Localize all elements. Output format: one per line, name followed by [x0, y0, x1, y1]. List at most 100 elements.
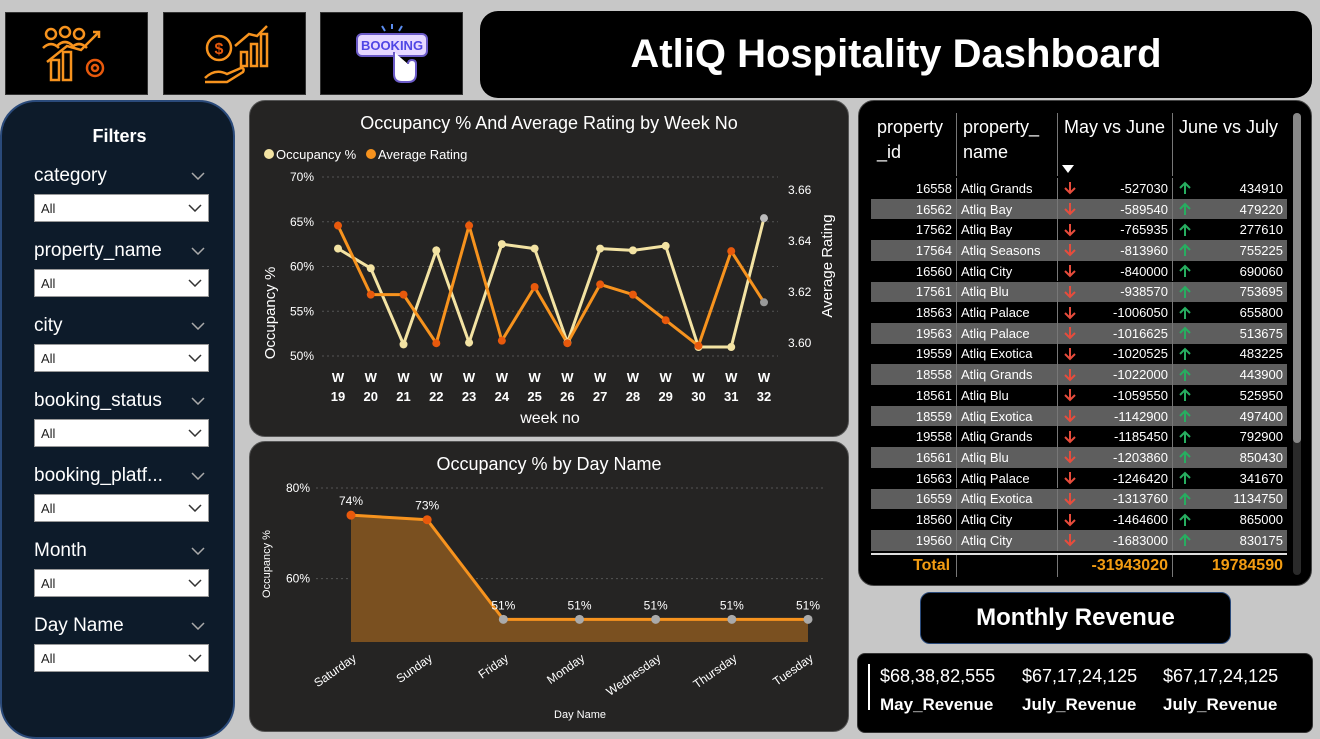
table-row[interactable]: 16562 Atliq Bay -589540 479220 [871, 198, 1287, 220]
revenue-growth-icon: $ [203, 24, 268, 83]
revenue-value: $67,17,24,125 [1022, 666, 1138, 686]
occupancy-point[interactable] [727, 343, 736, 352]
filter-header[interactable]: booking_platf... [34, 465, 205, 487]
filter-dropdown[interactable]: All [34, 644, 209, 672]
occupancy-point[interactable] [530, 244, 539, 253]
chevron-down-icon[interactable] [191, 622, 205, 630]
filter-dropdown[interactable]: All [34, 194, 209, 222]
chevron-down-icon[interactable] [191, 472, 205, 480]
cell-value: -527030 [1120, 180, 1168, 196]
occupancy-point[interactable] [366, 264, 375, 273]
cell-property-id: 17561 [871, 281, 957, 303]
table-row[interactable]: 19558 Atliq Grands -1185450 792900 [871, 426, 1287, 448]
rating-point[interactable] [432, 339, 441, 348]
chevron-down-icon [188, 504, 202, 512]
sort-desc-icon[interactable] [1062, 165, 1074, 173]
total-may-vs-june: -31943020 [1058, 555, 1173, 577]
rating-point[interactable] [366, 290, 375, 299]
header-may-vs-june[interactable]: May vs June [1058, 113, 1173, 176]
table-row[interactable]: 17561 Atliq Blu -938570 753695 [871, 281, 1287, 303]
filter-dropdown[interactable]: All [34, 569, 209, 597]
cell-value: 865000 [1239, 512, 1283, 528]
table-row[interactable]: 19559 Atliq Exotica -1020525 483225 [871, 343, 1287, 365]
occupancy-point[interactable] [596, 244, 605, 253]
revenue-card-may[interactable]: $68,38,82,555 May_Revenue [880, 666, 995, 715]
rating-point[interactable] [334, 221, 342, 230]
rating-point[interactable] [465, 221, 474, 230]
chevron-down-icon[interactable] [191, 397, 205, 405]
occupancy-point[interactable] [432, 246, 441, 255]
chevron-down-icon[interactable] [191, 172, 205, 180]
header-june-vs-july[interactable]: June vs July [1173, 113, 1287, 176]
filter-dropdown[interactable]: All [34, 494, 209, 522]
day-point[interactable] [803, 614, 813, 624]
x-tick: 29 [658, 389, 672, 404]
legend-rating-label: Average Rating [378, 147, 467, 162]
occupancy-point[interactable] [497, 240, 506, 249]
rating-point[interactable] [399, 290, 408, 299]
table-row[interactable]: 19560 Atliq City -1683000 830175 [871, 529, 1287, 551]
rating-point[interactable] [628, 290, 637, 299]
filter-dropdown[interactable]: All [34, 344, 209, 372]
booking-tile[interactable]: BOOKING [320, 12, 463, 95]
occupancy-point[interactable] [628, 246, 637, 255]
arrow-down-icon [1064, 182, 1076, 195]
rating-point[interactable] [563, 339, 572, 348]
filter-header[interactable]: Day Name [34, 615, 205, 637]
filter-header[interactable]: category [34, 165, 205, 187]
occupancy-point[interactable] [334, 244, 342, 253]
filter-dropdown[interactable]: All [34, 269, 209, 297]
rating-point[interactable] [596, 280, 605, 289]
cell-value: 690060 [1239, 263, 1283, 279]
table-row[interactable]: 17564 Atliq Seasons -813960 755225 [871, 240, 1287, 261]
table-row[interactable]: 19563 Atliq Palace -1016625 513675 [871, 322, 1287, 344]
revenue-card-july[interactable]: $67,17,24,125 July_Revenue [1022, 666, 1137, 715]
rating-point[interactable] [497, 336, 506, 345]
rating-point[interactable] [727, 247, 736, 256]
chevron-down-icon[interactable] [191, 322, 205, 330]
analytics-people-tile[interactable] [5, 12, 148, 95]
arrow-up-icon [1179, 533, 1191, 547]
day-point[interactable] [651, 614, 661, 624]
occupancy-point[interactable] [661, 241, 670, 250]
rating-point[interactable] [694, 341, 703, 350]
filter-header[interactable]: Month [34, 540, 205, 562]
day-point[interactable] [498, 614, 508, 624]
table-row[interactable]: 16558 Atliq Grands -527030 434910 [871, 178, 1287, 199]
table-scrollbar-thumb[interactable] [1293, 113, 1301, 443]
header-property-id[interactable]: property _id [871, 113, 957, 176]
table-row[interactable]: 17562 Atliq Bay -765935 277610 [871, 219, 1287, 241]
cell-value: 497400 [1239, 408, 1283, 424]
table-row[interactable]: 18559 Atliq Exotica -1142900 497400 [871, 405, 1287, 427]
table-row[interactable]: 18563 Atliq Palace -1006050 655800 [871, 302, 1287, 323]
table-row[interactable]: 16560 Atliq City -840000 690060 [871, 260, 1287, 282]
occupancy-point[interactable] [465, 338, 474, 347]
table-row[interactable]: 18561 Atliq Blu -1059550 525950 [871, 385, 1287, 406]
chevron-down-icon[interactable] [191, 247, 205, 255]
day-point[interactable] [575, 614, 584, 624]
occupancy-point[interactable] [399, 340, 408, 349]
y-right-tick: 3.62 [788, 285, 812, 299]
header-property-name[interactable]: property_ name [957, 113, 1058, 176]
table-row[interactable]: 16563 Atliq Palace -1246420 341670 [871, 467, 1287, 489]
revenue-growth-tile[interactable]: $ [163, 12, 306, 95]
filter-dropdown[interactable]: All [34, 419, 209, 447]
rating-point[interactable] [760, 298, 768, 307]
filter-header[interactable]: booking_status [34, 390, 205, 412]
day-point[interactable] [727, 614, 737, 624]
day-y-label: Occupancy % [261, 530, 273, 598]
day-point[interactable] [346, 510, 356, 520]
chevron-down-icon[interactable] [191, 547, 205, 555]
filter-header[interactable]: city [34, 315, 205, 337]
table-scrollbar[interactable] [1293, 113, 1301, 575]
day-point[interactable] [422, 515, 432, 525]
rating-point[interactable] [530, 282, 539, 291]
rating-point[interactable] [661, 316, 670, 325]
table-row[interactable]: 18560 Atliq City -1464600 865000 [871, 509, 1287, 530]
table-row[interactable]: 18558 Atliq Grands -1022000 443900 [871, 364, 1287, 385]
filter-header[interactable]: property_name [34, 240, 205, 262]
table-row[interactable]: 16561 Atliq Blu -1203860 850430 [871, 447, 1287, 468]
table-row[interactable]: 16559 Atliq Exotica -1313760 1134750 [871, 488, 1287, 510]
occupancy-point[interactable] [760, 214, 768, 223]
revenue-card-july-2[interactable]: $67,17,24,125 July_Revenue [1163, 666, 1278, 715]
